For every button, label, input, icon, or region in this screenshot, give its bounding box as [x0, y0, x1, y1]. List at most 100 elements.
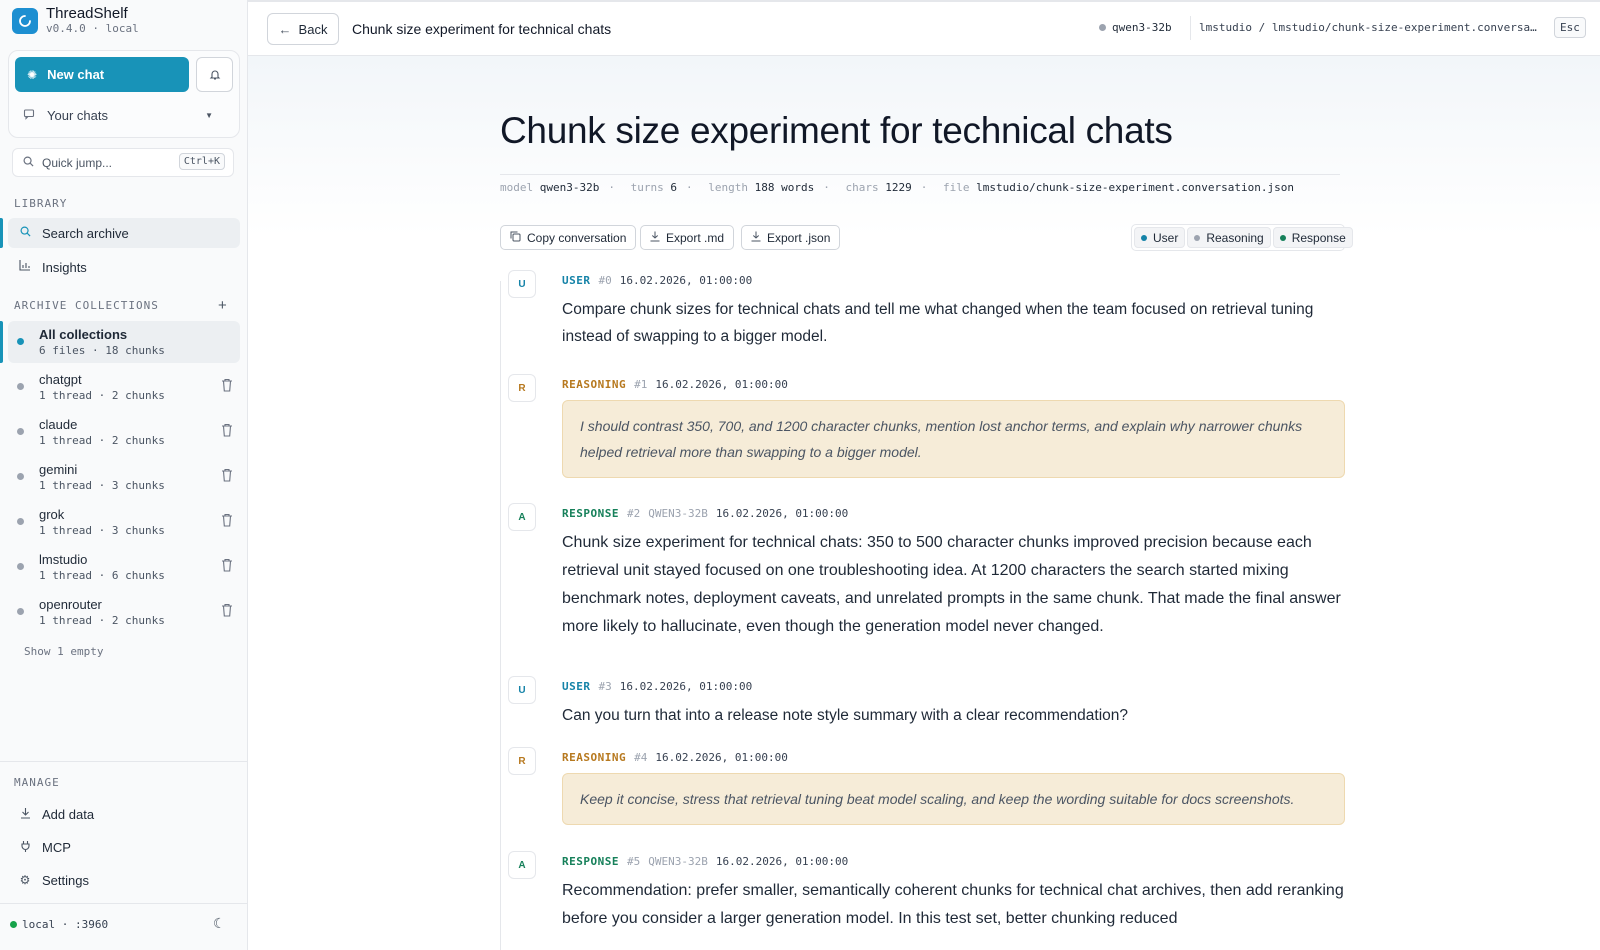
- show-empty-link[interactable]: Show 1 empty: [24, 645, 103, 658]
- filter-response-toggle[interactable]: Response: [1272, 227, 1353, 248]
- collection-name: gemini: [39, 462, 78, 477]
- reasoning-text: I should contrast 350, 700, and 1200 cha…: [562, 400, 1345, 478]
- thread-line: [500, 281, 501, 950]
- conversation-view: Chunk size experiment for technical chat…: [248, 56, 1600, 950]
- divider: [0, 903, 247, 904]
- new-chat-button[interactable]: ✺ New chat: [15, 57, 189, 92]
- nav-add-data[interactable]: Add data: [8, 799, 240, 829]
- search-icon: [18, 226, 32, 240]
- file-path: lmstudio / lmstudio/chunk-size-experimen…: [1199, 21, 1539, 34]
- esc-button[interactable]: Esc: [1554, 17, 1586, 38]
- collection-name: All collections: [39, 327, 128, 342]
- message-number: #3: [598, 680, 612, 693]
- brand[interactable]: ThreadShelf v0.4.0 · local: [12, 5, 139, 37]
- filter-label: Response: [1291, 230, 1346, 245]
- collection-meta: 1 thread · 3 chunks: [39, 524, 165, 537]
- message-number: #2: [626, 507, 641, 520]
- server-status: local · :3960: [10, 918, 108, 931]
- avatar: U: [508, 270, 536, 298]
- meta-chars: 1229: [885, 181, 912, 194]
- message-role: USER: [562, 274, 591, 287]
- conversation-meta: model qwen3-32b · turns 6 · length 188 wor…: [500, 174, 1340, 194]
- export-json-button[interactable]: Export .json: [741, 225, 841, 250]
- collection-dot: [17, 563, 24, 570]
- avatar: A: [508, 851, 536, 879]
- export-md-button[interactable]: Export .md: [640, 225, 735, 250]
- collection-item-gemini[interactable]: gemini 1 thread · 3 chunks: [8, 456, 240, 498]
- collection-item-claude[interactable]: claude 1 thread · 2 chunks: [8, 411, 240, 453]
- collection-dot: [17, 608, 24, 615]
- app-name: ThreadShelf: [46, 5, 128, 22]
- topbar: ← Back Chunk size experiment for technic…: [248, 0, 1600, 56]
- collection-item-openrouter[interactable]: openrouter 1 thread · 2 chunks: [8, 591, 240, 633]
- quick-jump-input[interactable]: Quick jump... Ctrl+K: [12, 148, 234, 177]
- collection-item-chatgpt[interactable]: chatgpt 1 thread · 2 chunks: [8, 366, 240, 408]
- back-button[interactable]: ← Back: [267, 13, 339, 45]
- chat-bubble-icon: [23, 108, 37, 123]
- collection-meta: 1 thread · 3 chunks: [39, 479, 165, 492]
- message-model: QWEN3-32B: [648, 507, 708, 520]
- trash-icon[interactable]: [220, 377, 234, 393]
- app-version: v0.4.0 · local: [46, 22, 139, 35]
- nav-insights[interactable]: Insights: [8, 252, 240, 282]
- message-timestamp: 16.02.2026, 01:00:00: [655, 378, 788, 391]
- collection-name: grok: [39, 507, 65, 522]
- message-timestamp: 16.02.2026, 01:00:00: [715, 507, 849, 520]
- manage-heading: MANAGE: [14, 776, 60, 789]
- message-header: REASONING #1 16.02.2026, 01:00:00: [562, 378, 788, 391]
- divider: [0, 761, 247, 762]
- plug-icon: [18, 840, 32, 855]
- notification-button[interactable]: [196, 57, 233, 92]
- nav-label: MCP: [42, 839, 71, 855]
- page-title: Chunk size experiment for technical chat…: [352, 21, 612, 37]
- your-chats-dropdown[interactable]: Your chats ▼: [23, 105, 213, 125]
- filter-user-toggle[interactable]: User: [1134, 227, 1186, 248]
- active-indicator: [0, 321, 3, 363]
- trash-icon[interactable]: [220, 602, 234, 618]
- message-role: RESPONSE: [562, 855, 619, 868]
- collection-dot: [17, 338, 24, 345]
- sidebar: ThreadShelf v0.4.0 · local ✺ New chat Yo…: [0, 0, 248, 950]
- arrow-left-icon: ←: [278, 21, 292, 37]
- message-text: Chunk size experiment for technical chat…: [562, 534, 1341, 635]
- copy-conversation-button[interactable]: Copy conversation: [500, 225, 637, 250]
- collection-item-all[interactable]: All collections 6 files · 18 chunks: [8, 321, 240, 363]
- collection-meta: 1 thread · 2 chunks: [39, 389, 165, 402]
- conversation-title: Chunk size experiment for technical chat…: [500, 110, 1173, 151]
- trash-icon[interactable]: [220, 467, 234, 483]
- filter-dot: [1279, 234, 1286, 241]
- collection-item-grok[interactable]: grok 1 thread · 3 chunks: [8, 501, 240, 543]
- nav-settings[interactable]: ⚙ Settings: [8, 865, 240, 895]
- add-collection-icon[interactable]: +: [218, 297, 227, 314]
- trash-icon[interactable]: [220, 557, 234, 573]
- gear-icon: ⚙: [19, 873, 31, 887]
- meta-model: qwen3-32b: [539, 181, 600, 194]
- message-timestamp: 16.02.2026, 01:00:00: [619, 274, 753, 287]
- library-heading: LIBRARY: [14, 197, 68, 210]
- message-number: #4: [634, 751, 648, 764]
- trash-icon[interactable]: [220, 422, 234, 438]
- role-filter-group: User Reasoning Response: [1131, 224, 1353, 251]
- nav-search-archive[interactable]: Search archive: [8, 218, 240, 248]
- chat-card: ✺ New chat Your chats ▼: [8, 50, 240, 138]
- download-icon: [751, 231, 761, 245]
- message-number: #5: [626, 855, 641, 868]
- nav-mcp[interactable]: MCP: [8, 832, 240, 862]
- filter-dot: [1141, 234, 1147, 241]
- trash-icon[interactable]: [220, 512, 234, 528]
- model-name: qwen3-32b: [1112, 21, 1172, 34]
- avatar: R: [508, 374, 536, 402]
- search-icon: [23, 156, 34, 170]
- message-text: Compare chunk sizes for technical chats …: [562, 301, 1314, 345]
- filter-reasoning-toggle[interactable]: Reasoning: [1187, 227, 1271, 248]
- new-chat-label: New chat: [47, 67, 105, 82]
- collection-meta: 6 files · 18 chunks: [39, 344, 165, 357]
- theme-toggle-moon-icon[interactable]: ☾: [213, 915, 226, 932]
- collection-item-lmstudio[interactable]: lmstudio 1 thread · 6 chunks: [8, 546, 240, 588]
- export-json-label: Export .json: [767, 230, 831, 245]
- nav-label: Add data: [42, 806, 95, 822]
- filter-label: Reasoning: [1206, 230, 1264, 245]
- collection-dot: [17, 428, 24, 435]
- message-header: REASONING #4 16.02.2026, 01:00:00: [562, 751, 788, 764]
- nav-label: Insights: [42, 259, 87, 275]
